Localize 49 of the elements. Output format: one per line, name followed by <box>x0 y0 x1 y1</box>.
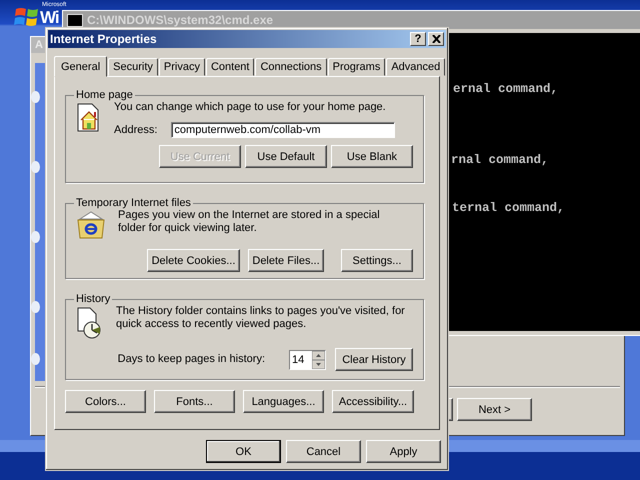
close-button[interactable] <box>428 32 444 46</box>
description-text: Pages you view on the Internet are stored in a special folder for quick viewing later. <box>118 209 381 235</box>
console-line: ernal command, <box>453 82 560 96</box>
console-line: ternal command, <box>452 201 566 215</box>
options-button[interactable]: Languages... <box>243 390 324 413</box>
tab[interactable]: Programs <box>328 58 386 76</box>
dialog-button[interactable]: Apply <box>366 440 441 463</box>
option-circle-icon <box>31 301 40 313</box>
days-spinner[interactable]: 14 <box>289 350 326 370</box>
option-circle-icon <box>31 353 40 365</box>
settings-button[interactable]: Settings... <box>341 249 413 272</box>
clear-history-button[interactable]: Clear History <box>335 348 413 371</box>
logo-text: Wi <box>40 8 59 28</box>
option-circle-icon <box>31 231 40 243</box>
tab[interactable]: Security <box>108 58 158 76</box>
description-text: The History folder contains links to pages you've visited, for quick access to recently viewed pages. <box>116 305 406 331</box>
group-label: History <box>75 293 112 305</box>
help-button[interactable]: ? <box>410 32 426 46</box>
console-line: rnal command, <box>451 153 550 167</box>
options-button[interactable]: Accessibility... <box>332 390 414 413</box>
tab[interactable]: Connections <box>255 58 327 76</box>
dialog-button[interactable]: Cancel <box>286 440 361 463</box>
option-circle-icon <box>31 161 40 173</box>
console-icon <box>67 14 83 26</box>
windows-logo-icon <box>14 6 40 28</box>
options-button[interactable]: Colors... <box>65 390 146 413</box>
address-field[interactable]: computernweb.com/collab-vm <box>171 122 396 138</box>
spinner-arrows-icon <box>312 350 325 368</box>
delete-cookies-button[interactable]: Delete Cookies... <box>147 249 240 272</box>
dialog-button[interactable]: OK <box>206 440 281 463</box>
options-button[interactable]: Fonts... <box>154 390 235 413</box>
address-label: Address: <box>114 124 158 136</box>
tab[interactable]: Advanced <box>386 58 446 76</box>
tab[interactable]: General <box>54 56 108 77</box>
description-text: You can change which page to use for your home page. <box>114 101 387 114</box>
tab[interactable]: Privacy <box>158 58 205 76</box>
group-label: Home page <box>75 89 134 101</box>
wizard-button[interactable]: Next > <box>457 398 532 421</box>
window-title: Internet Properties <box>50 32 158 46</box>
folder-icon <box>76 211 106 239</box>
days-label: Days to keep pages in history: <box>118 353 265 366</box>
close-icon <box>432 35 440 43</box>
tab[interactable]: Content <box>206 58 254 76</box>
home-page-button[interactable]: Use Blank <box>331 145 413 168</box>
window-title: C:\WINDOWS\system32\cmd.exe <box>87 13 274 27</box>
group-label: Temporary Internet files <box>75 197 192 209</box>
home-page-button[interactable]: Use Default <box>245 145 327 168</box>
delete-files-button[interactable]: Delete Files... <box>248 249 324 272</box>
option-circle-icon <box>31 91 40 103</box>
